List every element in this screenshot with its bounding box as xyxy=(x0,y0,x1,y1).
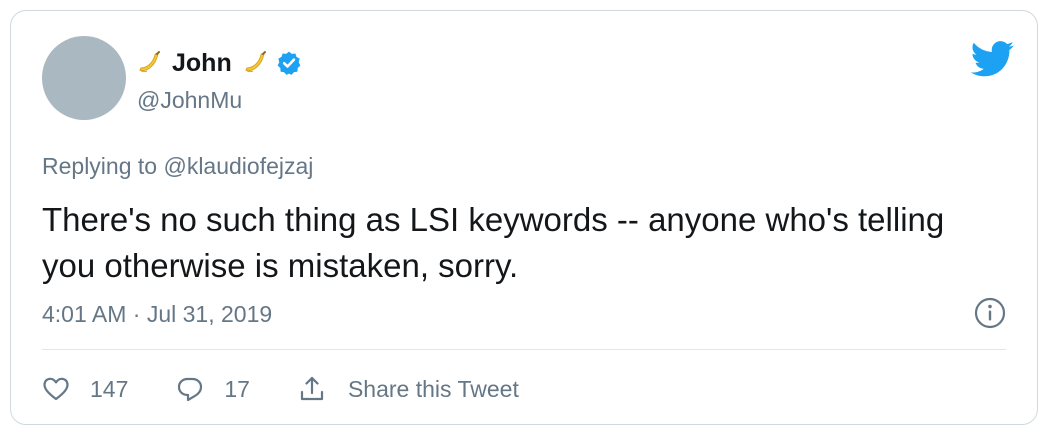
avatar[interactable] xyxy=(42,36,126,120)
share-button[interactable]: Share this Tweet xyxy=(298,375,519,403)
reply-button[interactable]: 17 xyxy=(176,375,250,403)
tweet-actions: 147 17 Share this Tweet xyxy=(42,369,519,409)
reply-bubble-icon xyxy=(178,377,203,402)
tweet-timestamp[interactable]: 4:01 AM · Jul 31, 2019 xyxy=(42,301,272,328)
banana-emoji-icon xyxy=(139,51,160,73)
banana-emoji-icon xyxy=(245,51,266,73)
verified-badge-icon xyxy=(277,51,301,75)
tweet-time[interactable]: 4:01 AM xyxy=(42,301,126,327)
tweet-text: There's no such thing as LSI keywords --… xyxy=(42,201,945,284)
info-icon[interactable] xyxy=(973,296,1007,330)
like-count: 147 xyxy=(90,375,129,402)
replying-prefix: Replying to xyxy=(42,153,164,179)
reply-count: 17 xyxy=(224,375,250,402)
like-button[interactable]: 147 xyxy=(42,375,128,403)
twitter-bird-icon[interactable] xyxy=(971,41,1015,77)
divider xyxy=(42,349,1006,350)
replying-to: Replying to @klaudiofejzaj xyxy=(42,153,313,180)
author-name-row: John xyxy=(136,45,302,81)
share-icon xyxy=(300,376,324,401)
replying-to-handle-link[interactable]: @klaudiofejzaj xyxy=(163,153,313,179)
author-handle[interactable]: @JohnMu xyxy=(137,87,242,114)
meta-separator: · xyxy=(126,301,147,327)
share-label: Share this Tweet xyxy=(347,375,519,402)
heart-icon xyxy=(43,377,69,401)
tweet-card: John @JohnMu Replying to @klaudiofejzaj … xyxy=(10,10,1038,425)
tweet-date[interactable]: Jul 31, 2019 xyxy=(147,301,272,327)
author-display-name[interactable]: John xyxy=(172,49,232,78)
